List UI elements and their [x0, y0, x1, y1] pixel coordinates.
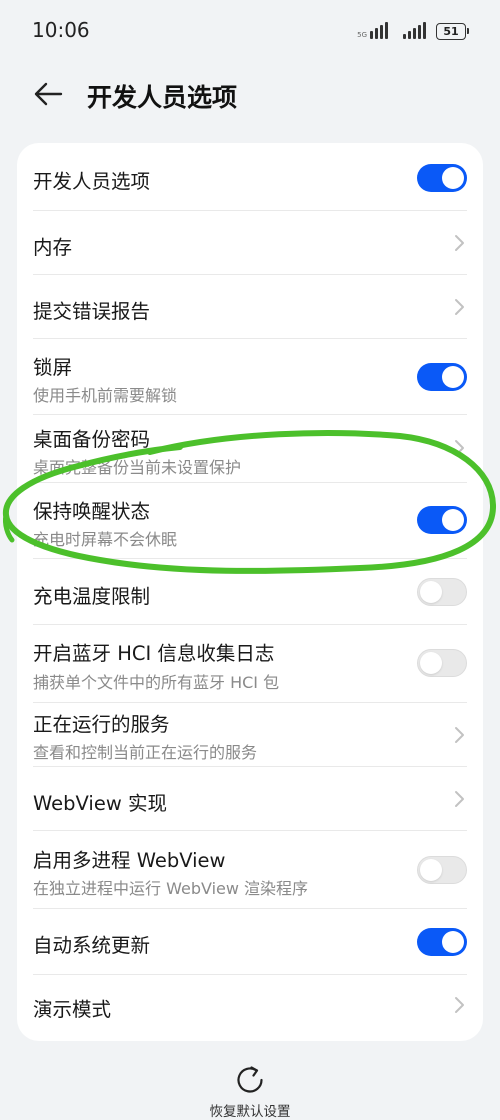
chevron-right-icon: [455, 791, 464, 807]
setting-bluetooth-hci-log[interactable]: 开启蓝牙 HCI 信息收集日志 捕获单个文件中的所有蓝牙 HCI 包: [17, 625, 483, 703]
bluetooth-hci-log-toggle[interactable]: [417, 649, 467, 677]
status-time: 10:06: [32, 18, 90, 42]
status-bar: 10:06 5G 51: [0, 0, 500, 62]
back-button[interactable]: [30, 78, 66, 110]
setting-subtitle: 充电时屏幕不会休眠: [33, 530, 178, 549]
chevron-right-icon: [455, 997, 464, 1013]
setting-title: 演示模式: [33, 998, 112, 1021]
setting-auto-system-update[interactable]: 自动系统更新: [17, 909, 483, 975]
setting-webview-implementation[interactable]: WebView 实现: [17, 767, 483, 831]
setting-developer-options[interactable]: 开发人员选项: [17, 143, 483, 211]
lock-screen-toggle[interactable]: [417, 363, 467, 391]
status-icons: 5G 51: [357, 20, 469, 42]
setting-title: 保持唤醒状态: [33, 500, 151, 523]
auto-system-update-toggle[interactable]: [417, 928, 467, 956]
setting-demo-mode[interactable]: 演示模式: [17, 975, 483, 1041]
setting-subtitle: 在独立进程中运行 WebView 渲染程序: [33, 879, 309, 898]
setting-bug-report[interactable]: 提交错误报告: [17, 275, 483, 339]
stay-awake-toggle[interactable]: [417, 506, 467, 534]
setting-charging-temperature-limit[interactable]: 充电温度限制: [17, 559, 483, 625]
reset-defaults-label: 恢复默认设置: [209, 1104, 291, 1120]
setting-desktop-backup-password[interactable]: 桌面备份密码 桌面完整备份当前未设置保护: [17, 415, 483, 483]
setting-title: 锁屏: [33, 356, 73, 379]
multiprocess-webview-toggle[interactable]: [417, 856, 467, 884]
setting-memory[interactable]: 内存: [17, 211, 483, 275]
setting-title: 提交错误报告: [33, 300, 151, 323]
header: 开发人员选项: [0, 62, 500, 130]
developer-options-toggle[interactable]: [417, 164, 467, 192]
setting-running-services[interactable]: 正在运行的服务 查看和控制当前正在运行的服务: [17, 703, 483, 767]
battery-level: 51: [443, 24, 459, 38]
setting-title: 启用多进程 WebView: [33, 849, 226, 872]
battery-icon: 51: [436, 22, 469, 40]
reset-defaults-button[interactable]: 恢复默认设置: [0, 1064, 500, 1120]
setting-subtitle: 捕获单个文件中的所有蓝牙 HCI 包: [33, 673, 280, 692]
chevron-right-icon: [455, 299, 464, 315]
setting-title: 正在运行的服务: [33, 713, 170, 736]
setting-title: 自动系统更新: [33, 934, 151, 957]
setting-title: WebView 实现: [33, 792, 167, 815]
charging-temperature-toggle[interactable]: [417, 578, 467, 606]
signal-badge: 5G: [357, 31, 367, 39]
setting-stay-awake[interactable]: 保持唤醒状态 充电时屏幕不会休眠: [17, 483, 483, 559]
setting-title: 充电温度限制: [33, 585, 151, 608]
setting-title: 内存: [33, 236, 73, 259]
page-title: 开发人员选项: [87, 83, 238, 112]
arrow-left-icon: [34, 82, 63, 106]
cellular-signal-2-icon: [403, 22, 426, 39]
setting-subtitle: 查看和控制当前正在运行的服务: [33, 743, 258, 762]
setting-title: 开发人员选项: [33, 170, 151, 193]
setting-multiprocess-webview[interactable]: 启用多进程 WebView 在独立进程中运行 WebView 渲染程序: [17, 831, 483, 909]
setting-title: 开启蓝牙 HCI 信息收集日志: [33, 642, 275, 665]
cellular-signal-icon: 5G: [357, 22, 393, 39]
chevron-right-icon: [455, 440, 464, 456]
setting-title: 桌面备份密码: [33, 428, 151, 451]
chevron-right-icon: [455, 727, 464, 743]
setting-lock-screen[interactable]: 锁屏 使用手机前需要解锁: [17, 339, 483, 415]
chevron-right-icon: [455, 235, 464, 251]
setting-subtitle: 桌面完整备份当前未设置保护: [33, 458, 242, 477]
refresh-icon: [237, 1066, 263, 1093]
setting-subtitle: 使用手机前需要解锁: [33, 386, 178, 405]
settings-card: 开发人员选项 内存 提交错误报告 锁屏 使用手机前需要解锁 桌面备份密码 桌面完…: [17, 143, 483, 1041]
